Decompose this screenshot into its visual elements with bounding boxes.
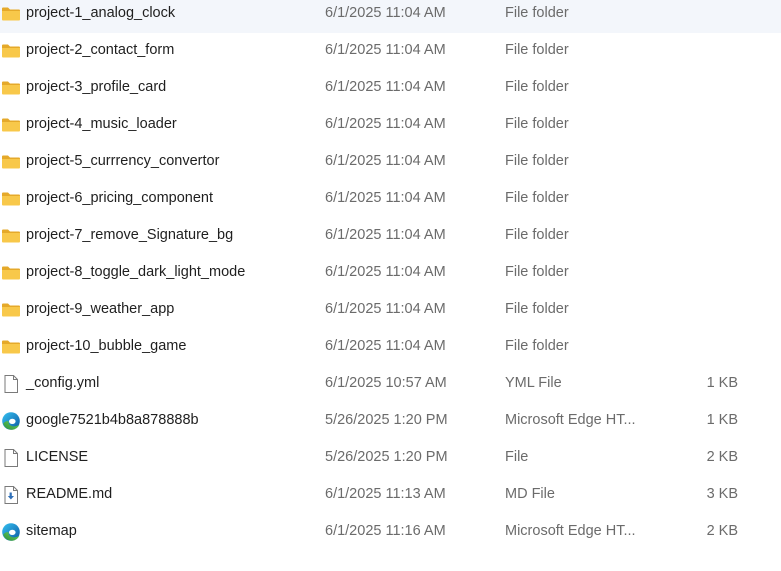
file-name[interactable]: project-7_remove_Signature_bg: [26, 227, 233, 243]
file-date-modified: 6/1/2025 11:04 AM: [325, 116, 446, 132]
generic-file-icon: [1, 448, 21, 468]
folder-icon: [1, 337, 21, 357]
file-date-modified: 6/1/2025 11:04 AM: [325, 153, 446, 169]
folder-icon: [1, 41, 21, 61]
markdown-file-icon: [1, 485, 21, 505]
file-date-modified: 5/26/2025 1:20 PM: [325, 412, 448, 428]
file-date-modified: 6/1/2025 11:04 AM: [325, 79, 446, 95]
file-name[interactable]: LICENSE: [26, 449, 88, 465]
file-row[interactable]: project-4_music_loader 6/1/2025 11:04 AM…: [0, 107, 781, 144]
folder-icon: [1, 226, 21, 246]
file-date-modified: 6/1/2025 11:04 AM: [325, 5, 446, 21]
file-date-modified: 6/1/2025 11:04 AM: [325, 301, 446, 317]
file-row[interactable]: project-6_pricing_component 6/1/2025 11:…: [0, 181, 781, 218]
file-name[interactable]: project-6_pricing_component: [26, 190, 213, 206]
file-type: File folder: [505, 153, 569, 169]
file-size: 1 KB: [706, 375, 738, 391]
file-size: 2 KB: [706, 449, 738, 465]
file-type: File folder: [505, 264, 569, 280]
file-row[interactable]: LICENSE 5/26/2025 1:20 PM File 2 KB: [0, 440, 781, 477]
file-type: Microsoft Edge HT...: [505, 412, 636, 428]
file-size: 2 KB: [706, 523, 738, 539]
folder-icon: [1, 152, 21, 172]
file-type: Microsoft Edge HT...: [505, 523, 636, 539]
generic-file-icon: [1, 374, 21, 394]
file-row[interactable]: project-10_bubble_game 6/1/2025 11:04 AM…: [0, 329, 781, 366]
file-type: YML File: [505, 375, 562, 391]
file-name[interactable]: project-1_analog_clock: [26, 5, 175, 21]
file-type: File: [505, 449, 529, 465]
file-name[interactable]: project-5_currrency_convertor: [26, 153, 219, 169]
file-date-modified: 6/1/2025 11:04 AM: [325, 227, 446, 243]
file-date-modified: 6/1/2025 11:16 AM: [325, 523, 446, 539]
file-date-modified: 6/1/2025 10:57 AM: [325, 375, 447, 391]
file-type: File folder: [505, 227, 569, 243]
file-row[interactable]: project-9_weather_app 6/1/2025 11:04 AM …: [0, 292, 781, 329]
file-name[interactable]: _config.yml: [26, 375, 99, 391]
file-name[interactable]: google7521b4b8a878888b: [26, 412, 199, 428]
file-row[interactable]: _config.yml 6/1/2025 10:57 AM YML File 1…: [0, 366, 781, 403]
file-name[interactable]: sitemap: [26, 523, 77, 539]
file-type: File folder: [505, 79, 569, 95]
file-row[interactable]: project-3_profile_card 6/1/2025 11:04 AM…: [0, 70, 781, 107]
folder-icon: [1, 189, 21, 209]
edge-html-icon: [1, 522, 21, 542]
file-date-modified: 6/1/2025 11:04 AM: [325, 42, 446, 58]
file-list: project-1_analog_clock 6/1/2025 11:04 AM…: [0, 0, 781, 551]
file-type: File folder: [505, 5, 569, 21]
file-row[interactable]: sitemap 6/1/2025 11:16 AM Microsoft Edge…: [0, 514, 781, 551]
file-name[interactable]: project-4_music_loader: [26, 116, 177, 132]
folder-icon: [1, 115, 21, 135]
file-date-modified: 6/1/2025 11:04 AM: [325, 338, 446, 354]
folder-icon: [1, 4, 21, 24]
edge-html-icon: [1, 411, 21, 431]
file-type: File folder: [505, 116, 569, 132]
file-date-modified: 5/26/2025 1:20 PM: [325, 449, 448, 465]
file-row[interactable]: project-7_remove_Signature_bg 6/1/2025 1…: [0, 218, 781, 255]
file-name[interactable]: project-9_weather_app: [26, 301, 174, 317]
file-row[interactable]: google7521b4b8a878888b 5/26/2025 1:20 PM…: [0, 403, 781, 440]
file-type: MD File: [505, 486, 555, 502]
file-name[interactable]: project-2_contact_form: [26, 42, 174, 58]
folder-icon: [1, 300, 21, 320]
file-name[interactable]: project-10_bubble_game: [26, 338, 186, 354]
file-type: File folder: [505, 42, 569, 58]
file-date-modified: 6/1/2025 11:13 AM: [325, 486, 446, 502]
file-type: File folder: [505, 338, 569, 354]
file-name[interactable]: project-8_toggle_dark_light_mode: [26, 264, 245, 280]
file-name[interactable]: README.md: [26, 486, 112, 502]
file-name[interactable]: project-3_profile_card: [26, 79, 166, 95]
folder-icon: [1, 263, 21, 283]
file-type: File folder: [505, 301, 569, 317]
file-size: 1 KB: [706, 412, 738, 428]
file-type: File folder: [505, 190, 569, 206]
folder-icon: [1, 78, 21, 98]
file-row[interactable]: project-1_analog_clock 6/1/2025 11:04 AM…: [0, 0, 781, 33]
file-row[interactable]: README.md 6/1/2025 11:13 AM MD File 3 KB: [0, 477, 781, 514]
file-date-modified: 6/1/2025 11:04 AM: [325, 264, 446, 280]
file-date-modified: 6/1/2025 11:04 AM: [325, 190, 446, 206]
file-row[interactable]: project-5_currrency_convertor 6/1/2025 1…: [0, 144, 781, 181]
file-size: 3 KB: [706, 486, 738, 502]
file-row[interactable]: project-2_contact_form 6/1/2025 11:04 AM…: [0, 33, 781, 70]
file-row[interactable]: project-8_toggle_dark_light_mode 6/1/202…: [0, 255, 781, 292]
